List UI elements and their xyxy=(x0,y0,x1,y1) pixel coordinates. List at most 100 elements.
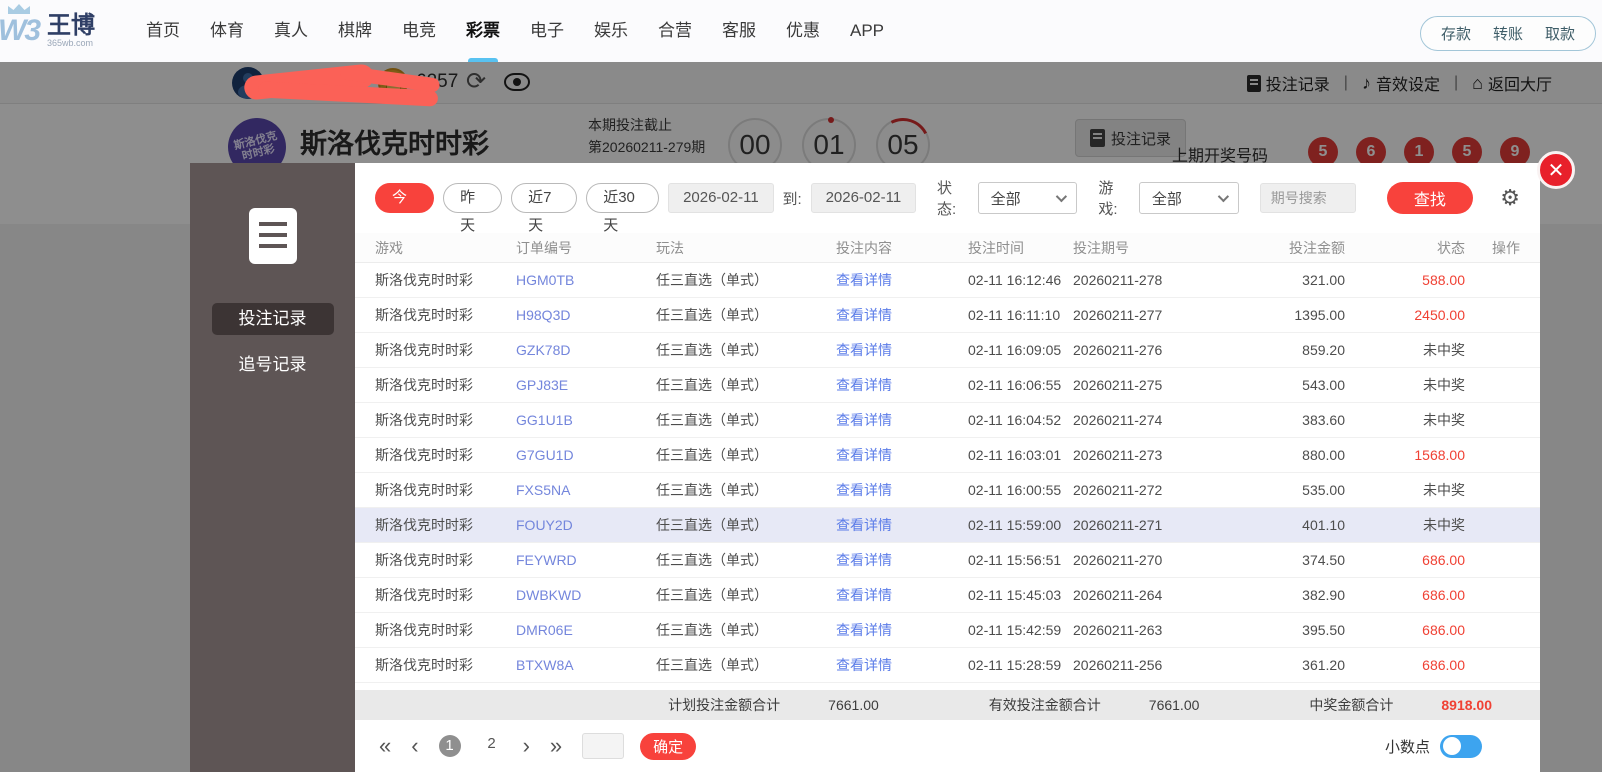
view-detail-link[interactable]: 查看详情 xyxy=(836,270,968,290)
cell-bet-time: 02-11 15:59:00 xyxy=(968,517,1062,533)
cell-status: 2450.00 xyxy=(1414,307,1465,323)
cell-status: 588.00 xyxy=(1422,272,1465,288)
view-detail-link[interactable]: 查看详情 xyxy=(836,305,968,325)
cell-order-id[interactable]: BTXW8A xyxy=(516,657,656,673)
cell-game: 斯洛伐克时时彩 xyxy=(375,272,473,288)
quick-filter-昨天[interactable]: 昨天 xyxy=(443,183,503,234)
table-body: 斯洛伐克时时彩 HGM0TB 任三直选（单式） 查看详情 02-11 16:12:46 2… xyxy=(355,263,1540,683)
quick-filter-近7天[interactable]: 近7天 xyxy=(511,183,578,234)
period-search-input[interactable]: 期号搜索 xyxy=(1259,183,1356,213)
cell-order-id[interactable]: DMR06E xyxy=(516,622,656,638)
cell-bet-amount: 361.20 xyxy=(1302,657,1345,673)
nav-item-APP[interactable]: APP xyxy=(850,0,884,62)
cell-order-id[interactable]: FEYWRD xyxy=(516,552,656,568)
find-button[interactable]: 查找 xyxy=(1386,182,1474,214)
view-detail-link[interactable]: 查看详情 xyxy=(836,515,968,535)
view-detail-link[interactable]: 查看详情 xyxy=(836,480,968,500)
decimal-toggle[interactable] xyxy=(1440,734,1482,758)
cell-game: 斯洛伐克时时彩 xyxy=(375,377,473,393)
gear-icon[interactable]: ⚙ xyxy=(1500,185,1520,211)
cell-bet-time: 02-11 15:45:03 xyxy=(968,587,1062,603)
cell-order-id[interactable]: FXS5NA xyxy=(516,482,656,498)
nav-item-合营[interactable]: 合营 xyxy=(658,0,692,62)
nav-item-娱乐[interactable]: 娱乐 xyxy=(594,0,628,62)
sidebar-item-投注记录[interactable]: 投注记录 xyxy=(211,303,334,335)
nav-item-棋牌[interactable]: 棋牌 xyxy=(338,0,372,62)
quick-filter-近30天[interactable]: 近30天 xyxy=(586,183,660,234)
decimal-toggle-group: 小数点 xyxy=(1385,734,1482,758)
cell-status: 未中奖 xyxy=(1423,342,1465,358)
cell-bet-amount: 395.50 xyxy=(1302,622,1345,638)
view-detail-link[interactable]: 查看详情 xyxy=(836,445,968,465)
cell-order-id[interactable]: GPJ83E xyxy=(516,377,656,393)
cell-play-type: 任三直选（单式） xyxy=(656,552,768,568)
view-detail-link[interactable]: 查看详情 xyxy=(836,375,968,395)
wallet-取款-button[interactable]: 取款 xyxy=(1545,23,1575,44)
cell-bet-time: 02-11 15:28:59 xyxy=(968,657,1062,673)
view-detail-link[interactable]: 查看详情 xyxy=(836,550,968,570)
nav-item-电竞[interactable]: 电竞 xyxy=(402,0,436,62)
nav-item-体育[interactable]: 体育 xyxy=(210,0,244,62)
col-header: 操作 xyxy=(1492,239,1520,256)
last-page-button[interactable]: » xyxy=(550,733,562,759)
table-row: 斯洛伐克时时彩 BTXW8A 任三直选（单式） 查看详情 02-11 15:28:59 2… xyxy=(355,648,1540,683)
brand-name: 王博 xyxy=(47,12,95,39)
table-row: 斯洛伐克时时彩 FXS5NA 任三直选（单式） 查看详情 02-11 16:00:55 2… xyxy=(355,473,1540,508)
valid-total-value: 7661.00 xyxy=(1148,697,1200,713)
cell-order-id[interactable]: FOUY2D xyxy=(516,517,656,533)
nav-item-电子[interactable]: 电子 xyxy=(530,0,564,62)
cell-bet-period: 20260211-278 xyxy=(1073,272,1163,288)
cell-status: 686.00 xyxy=(1422,587,1465,603)
chevron-down-icon xyxy=(1056,190,1068,203)
cell-order-id[interactable]: GZK78D xyxy=(516,342,656,358)
cell-game: 斯洛伐克时时彩 xyxy=(375,447,473,463)
cell-bet-time: 02-11 16:11:10 xyxy=(968,307,1061,323)
view-detail-link[interactable]: 查看详情 xyxy=(836,410,968,430)
nav-item-真人[interactable]: 真人 xyxy=(274,0,308,62)
view-detail-link[interactable]: 查看详情 xyxy=(836,340,968,360)
cell-order-id[interactable]: H98Q3D xyxy=(516,307,656,323)
next-page-button[interactable]: › xyxy=(523,733,530,759)
cell-bet-amount: 1395.00 xyxy=(1294,307,1345,323)
game-select[interactable]: 全部 xyxy=(1138,182,1239,214)
cell-play-type: 任三直选（单式） xyxy=(656,272,768,288)
nav-item-客服[interactable]: 客服 xyxy=(722,0,756,62)
table-row: 斯洛伐克时时彩 FOUY2D 任三直选（单式） 查看详情 02-11 15:59:00 2… xyxy=(355,508,1540,543)
cell-order-id[interactable]: DWBKWD xyxy=(516,587,656,603)
table-row: 斯洛伐克时时彩 G7GU1D 任三直选（单式） 查看详情 02-11 16:03:01 2… xyxy=(355,438,1540,473)
record-document-icon xyxy=(249,208,297,264)
nav-item-优惠[interactable]: 优惠 xyxy=(786,0,820,62)
quick-filter-今天[interactable]: 今天 xyxy=(375,183,435,234)
date-to-input[interactable]: 2026-02-11 xyxy=(810,183,917,213)
date-from-input[interactable]: 2026-02-11 xyxy=(668,183,774,213)
cell-play-type: 任三直选（单式） xyxy=(656,412,768,428)
first-page-button[interactable]: « xyxy=(379,733,391,759)
status-select[interactable]: 全部 xyxy=(977,182,1078,214)
cell-order-id[interactable]: GG1U1B xyxy=(516,412,656,428)
crown-icon xyxy=(8,4,30,14)
cell-order-id[interactable]: G7GU1D xyxy=(516,447,656,463)
prev-page-button[interactable]: ‹ xyxy=(411,733,418,759)
view-detail-link[interactable]: 查看详情 xyxy=(836,655,968,675)
cell-play-type: 任三直选（单式） xyxy=(656,517,768,533)
close-icon[interactable]: ✕ xyxy=(1537,151,1575,189)
cell-bet-period: 20260211-272 xyxy=(1073,482,1163,498)
view-detail-link[interactable]: 查看详情 xyxy=(836,585,968,605)
page-button-2[interactable]: 2 xyxy=(481,735,503,757)
page-button-1[interactable]: 1 xyxy=(438,735,461,757)
view-detail-link[interactable]: 查看详情 xyxy=(836,620,968,640)
site-logo[interactable]: W3 王博 365wb.com xyxy=(0,4,136,48)
cell-order-id[interactable]: HGM0TB xyxy=(516,272,656,288)
sidebar-item-追号记录[interactable]: 追号记录 xyxy=(212,349,334,381)
cell-status: 1568.00 xyxy=(1414,447,1465,463)
nav-item-首页[interactable]: 首页 xyxy=(146,0,180,62)
page-confirm-button[interactable]: 确定 xyxy=(640,732,697,760)
brand-domain: 365wb.com xyxy=(47,38,94,48)
table-row: 斯洛伐克时时彩 DMR06E 任三直选（单式） 查看详情 02-11 15:42:59 2… xyxy=(355,613,1540,648)
nav-item-彩票[interactable]: 彩票 xyxy=(466,0,500,62)
wallet-转账-button[interactable]: 转账 xyxy=(1493,23,1523,44)
wallet-存款-button[interactable]: 存款 xyxy=(1441,23,1471,44)
page-jump-input[interactable] xyxy=(582,733,625,759)
page-numbers: 12 xyxy=(438,735,523,757)
cell-bet-time: 02-11 16:09:05 xyxy=(968,342,1062,358)
